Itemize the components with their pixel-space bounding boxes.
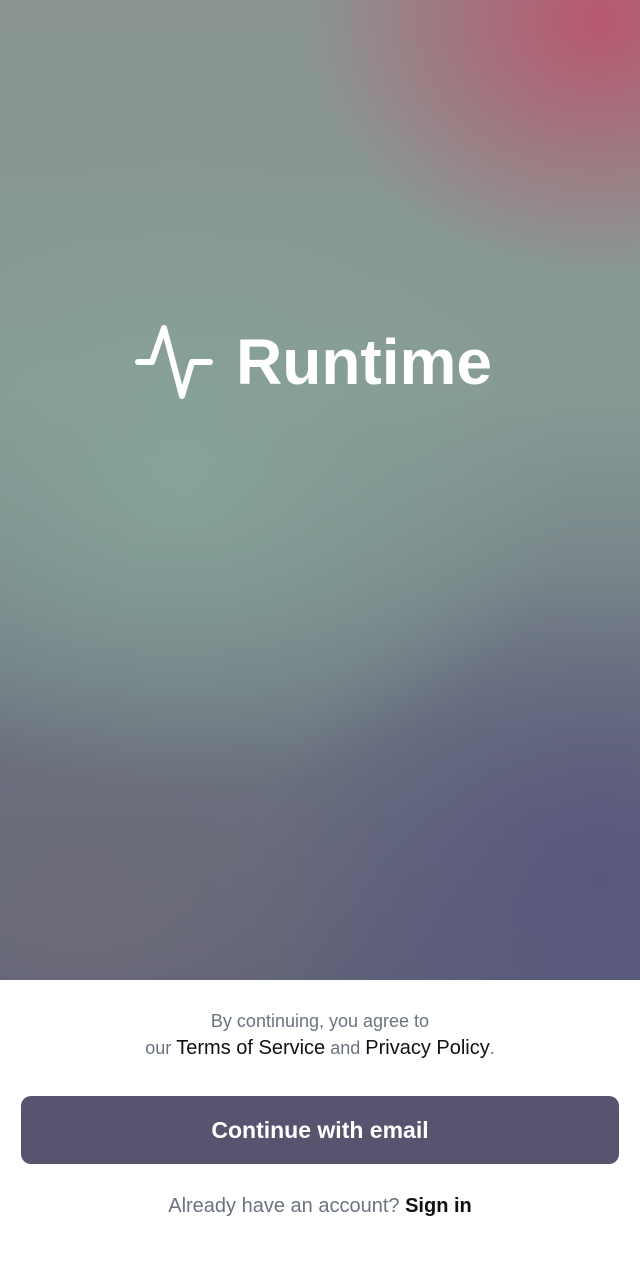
hero-gradient-background: Runtime bbox=[0, 0, 640, 980]
legal-notice-line2: our Terms of Service and Privacy Policy. bbox=[0, 1035, 640, 1062]
legal-prefix: our bbox=[145, 1038, 172, 1058]
continue-with-email-button[interactable]: Continue with email bbox=[21, 1096, 619, 1164]
brand-name: Runtime bbox=[236, 326, 492, 398]
privacy-policy-link[interactable]: Privacy Policy bbox=[365, 1037, 489, 1059]
pulse-wave-icon bbox=[135, 325, 213, 399]
sign-in-prompt-text: Already have an account? bbox=[168, 1195, 400, 1217]
terms-of-service-link[interactable]: Terms of Service bbox=[176, 1037, 325, 1059]
legal-notice-line1: By continuing, you agree to bbox=[210, 1011, 430, 1031]
legal-suffix: . bbox=[489, 1038, 495, 1058]
sign-in-prompt: Already have an account? Sign in bbox=[0, 1190, 640, 1222]
legal-conjunction: and bbox=[330, 1038, 361, 1058]
legal-notice: By continuing, you agree to our Terms of… bbox=[0, 1008, 640, 1062]
brand-logo: Runtime bbox=[134, 322, 492, 402]
onboarding-screen: Runtime By continuing, you agree to our … bbox=[0, 0, 640, 1264]
sign-in-link[interactable]: Sign in bbox=[405, 1195, 472, 1217]
